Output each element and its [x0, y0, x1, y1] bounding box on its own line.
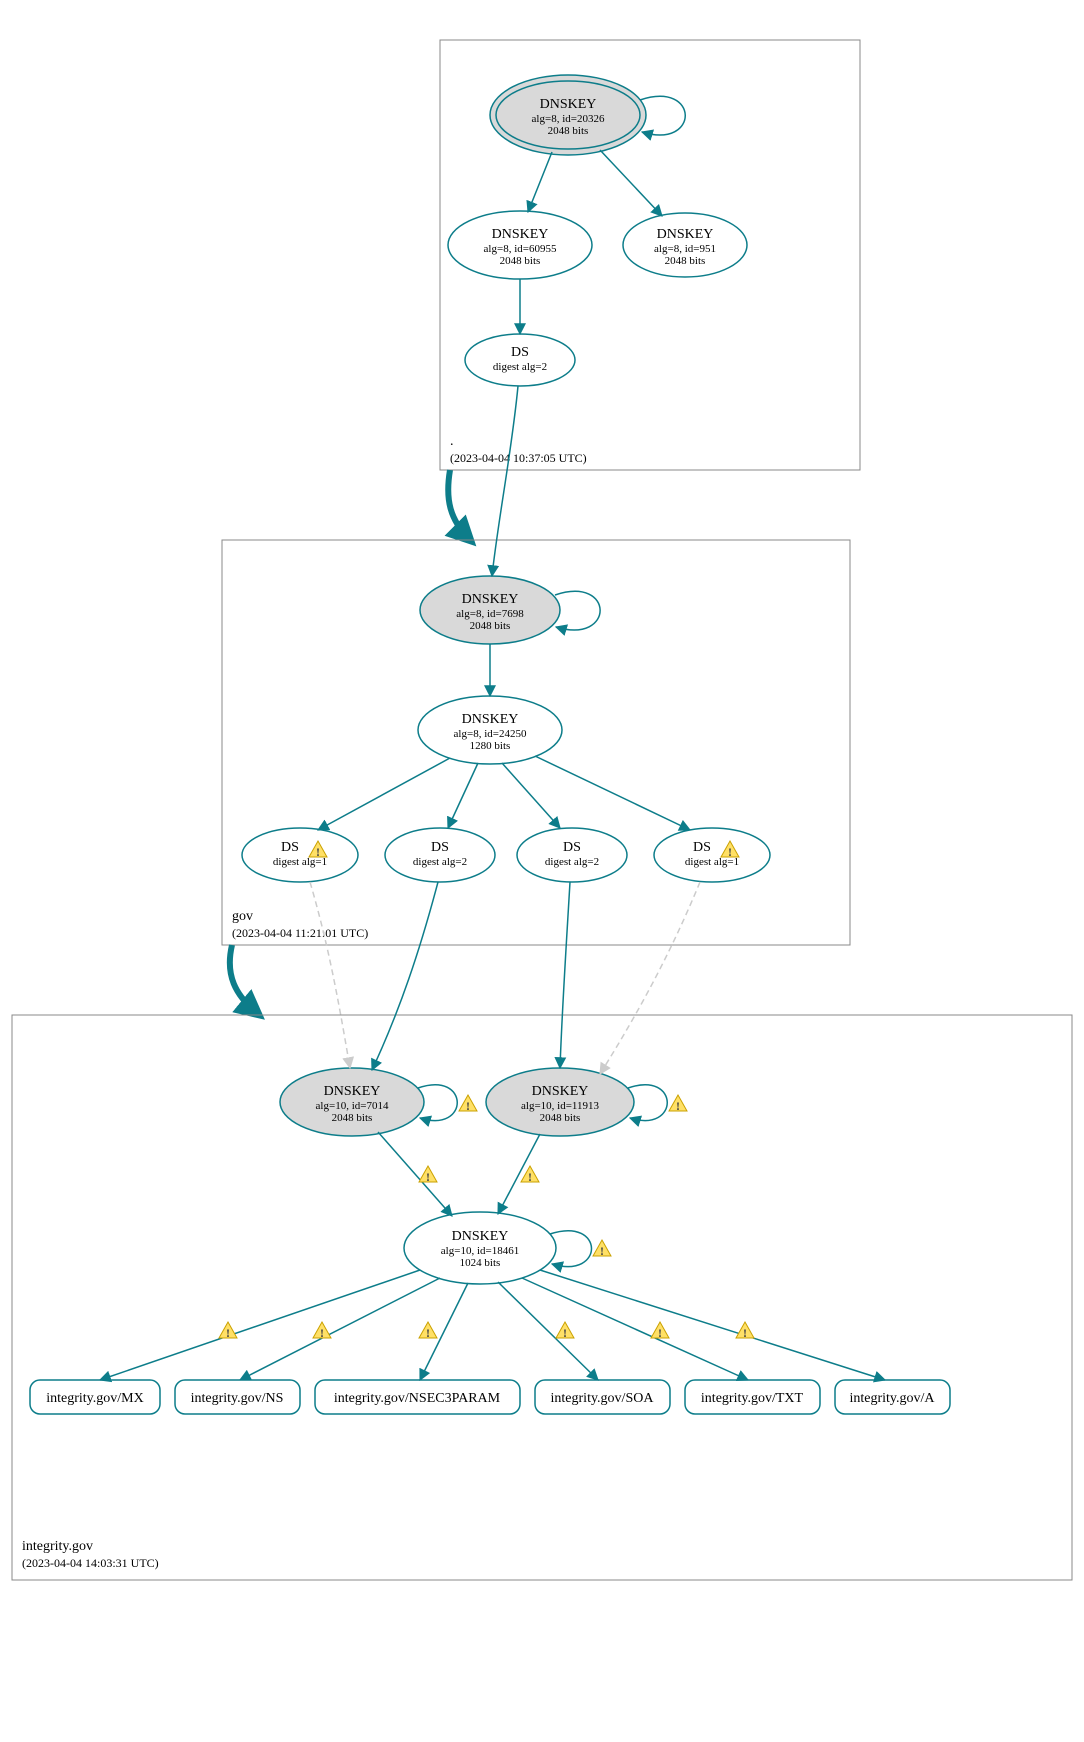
node-gov-ds2: DS digest alg=2	[385, 828, 495, 882]
zone-integrity: integrity.gov (2023-04-04 14:03:31 UTC) …	[12, 882, 1072, 1580]
svg-text:alg=8, id=60955: alg=8, id=60955	[484, 243, 557, 255]
svg-text:!: !	[743, 1326, 747, 1340]
rr-soa: integrity.gov/SOA	[535, 1380, 670, 1414]
svg-text:!: !	[563, 1326, 567, 1340]
svg-text:1280 bits: 1280 bits	[470, 740, 511, 752]
zone-root-timestamp: (2023-04-04 10:37:05 UTC)	[450, 451, 587, 465]
svg-text:DNSKEY: DNSKEY	[492, 227, 549, 242]
svg-text:!: !	[528, 1170, 532, 1184]
node-gov-ds4: DS digest alg=1	[654, 828, 770, 882]
svg-text:integrity.gov/NSEC3PARAM: integrity.gov/NSEC3PARAM	[334, 1391, 501, 1406]
warn-soa: !	[556, 1322, 574, 1340]
warn-ksk1-zsk: !	[419, 1166, 437, 1184]
svg-text:alg=10, id=7014: alg=10, id=7014	[316, 1100, 389, 1112]
warn-txt: !	[651, 1322, 669, 1340]
node-root-ds: DS digest alg=2	[465, 334, 575, 386]
node-root-zsk-951: DNSKEY alg=8, id=951 2048 bits	[623, 213, 747, 277]
svg-text:integrity.gov/NS: integrity.gov/NS	[191, 1391, 284, 1406]
svg-text:!: !	[658, 1326, 662, 1340]
warn-ns: !	[313, 1322, 331, 1340]
zone-gov-name: gov	[232, 909, 253, 924]
svg-text:2048 bits: 2048 bits	[470, 620, 511, 632]
warn-mx: !	[219, 1322, 237, 1340]
svg-text:!: !	[226, 1326, 230, 1340]
svg-text:DNSKEY: DNSKEY	[657, 227, 714, 242]
zone-gov-timestamp: (2023-04-04 11:21:01 UTC)	[232, 926, 368, 940]
zone-root-name: .	[450, 434, 454, 449]
svg-text:alg=8, id=7698: alg=8, id=7698	[456, 608, 524, 620]
svg-text:DS: DS	[281, 840, 299, 855]
node-gov-ds1: DS digest alg=1	[242, 828, 358, 882]
warn-a: !	[736, 1322, 754, 1340]
svg-text:!: !	[316, 845, 320, 859]
node-gov-zsk: DNSKEY alg=8, id=24250 1280 bits	[418, 696, 562, 764]
node-int-ksk-7014: DNSKEY alg=10, id=7014 2048 bits	[280, 1068, 424, 1136]
svg-text:DNSKEY: DNSKEY	[462, 592, 519, 607]
svg-text:2048 bits: 2048 bits	[332, 1112, 373, 1124]
svg-text:integrity.gov/TXT: integrity.gov/TXT	[701, 1391, 804, 1406]
svg-text:2048 bits: 2048 bits	[548, 125, 589, 137]
svg-text:alg=8, id=24250: alg=8, id=24250	[454, 728, 527, 740]
svg-text:alg=10, id=11913: alg=10, id=11913	[521, 1100, 599, 1112]
warn-ksk1-loop: !	[459, 1095, 477, 1113]
svg-text:2048 bits: 2048 bits	[665, 255, 706, 267]
svg-text:!: !	[426, 1326, 430, 1340]
warn-ksk2-zsk: !	[521, 1166, 539, 1184]
node-gov-ds3: DS digest alg=2	[517, 828, 627, 882]
svg-text:digest alg=2: digest alg=2	[413, 856, 467, 868]
node-int-ksk-11913: DNSKEY alg=10, id=11913 2048 bits	[486, 1068, 634, 1136]
zone-root: . (2023-04-04 10:37:05 UTC) DNSKEY alg=8…	[440, 40, 860, 470]
svg-text:alg=8, id=20326: alg=8, id=20326	[532, 113, 605, 125]
svg-text:2048 bits: 2048 bits	[540, 1112, 581, 1124]
rr-nsec3: integrity.gov/NSEC3PARAM	[315, 1380, 520, 1414]
rr-a: integrity.gov/A	[835, 1380, 950, 1414]
svg-text:DS: DS	[431, 840, 449, 855]
svg-text:integrity.gov/SOA: integrity.gov/SOA	[551, 1391, 655, 1406]
svg-text:digest alg=2: digest alg=2	[493, 361, 547, 373]
svg-text:digest alg=2: digest alg=2	[545, 856, 599, 868]
svg-text:!: !	[320, 1326, 324, 1340]
warn-zsk-loop: !	[593, 1240, 611, 1258]
svg-text:alg=10, id=18461: alg=10, id=18461	[441, 1245, 519, 1257]
svg-text:DNSKEY: DNSKEY	[540, 97, 597, 112]
svg-text:!: !	[728, 845, 732, 859]
svg-text:DNSKEY: DNSKEY	[532, 1084, 589, 1099]
warn-ksk2-loop: !	[669, 1095, 687, 1113]
rr-mx: integrity.gov/MX	[30, 1380, 160, 1414]
node-int-zsk: DNSKEY alg=10, id=18461 1024 bits	[404, 1212, 556, 1284]
edge-gov-to-integrity	[230, 945, 258, 1014]
node-root-zsk-60955: DNSKEY alg=8, id=60955 2048 bits	[448, 211, 592, 279]
rr-ns: integrity.gov/NS	[175, 1380, 300, 1414]
dnssec-chain-diagram: . (2023-04-04 10:37:05 UTC) DNSKEY alg=8…	[0, 0, 1084, 1742]
svg-text:DNSKEY: DNSKEY	[324, 1084, 381, 1099]
svg-text:2048 bits: 2048 bits	[500, 255, 541, 267]
warn-n3: !	[419, 1322, 437, 1340]
zone-integrity-name: integrity.gov	[22, 1539, 93, 1554]
edge-root-to-gov	[448, 470, 470, 540]
rr-txt: integrity.gov/TXT	[685, 1380, 820, 1414]
svg-text:DS: DS	[511, 345, 529, 360]
svg-text:DNSKEY: DNSKEY	[462, 712, 519, 727]
svg-text:integrity.gov/MX: integrity.gov/MX	[46, 1391, 143, 1406]
zone-integrity-timestamp: (2023-04-04 14:03:31 UTC)	[22, 1556, 159, 1570]
node-gov-ksk: DNSKEY alg=8, id=7698 2048 bits	[420, 576, 560, 644]
svg-text:1024 bits: 1024 bits	[460, 1257, 501, 1269]
svg-text:!: !	[426, 1170, 430, 1184]
svg-text:DS: DS	[563, 840, 581, 855]
svg-text:DS: DS	[693, 840, 711, 855]
svg-text:DNSKEY: DNSKEY	[452, 1229, 509, 1244]
node-root-ksk: DNSKEY alg=8, id=20326 2048 bits	[490, 75, 646, 155]
svg-text:!: !	[676, 1099, 680, 1113]
svg-text:!: !	[466, 1099, 470, 1113]
svg-text:alg=8, id=951: alg=8, id=951	[654, 243, 716, 255]
svg-text:integrity.gov/A: integrity.gov/A	[849, 1391, 935, 1406]
svg-text:!: !	[600, 1244, 604, 1258]
